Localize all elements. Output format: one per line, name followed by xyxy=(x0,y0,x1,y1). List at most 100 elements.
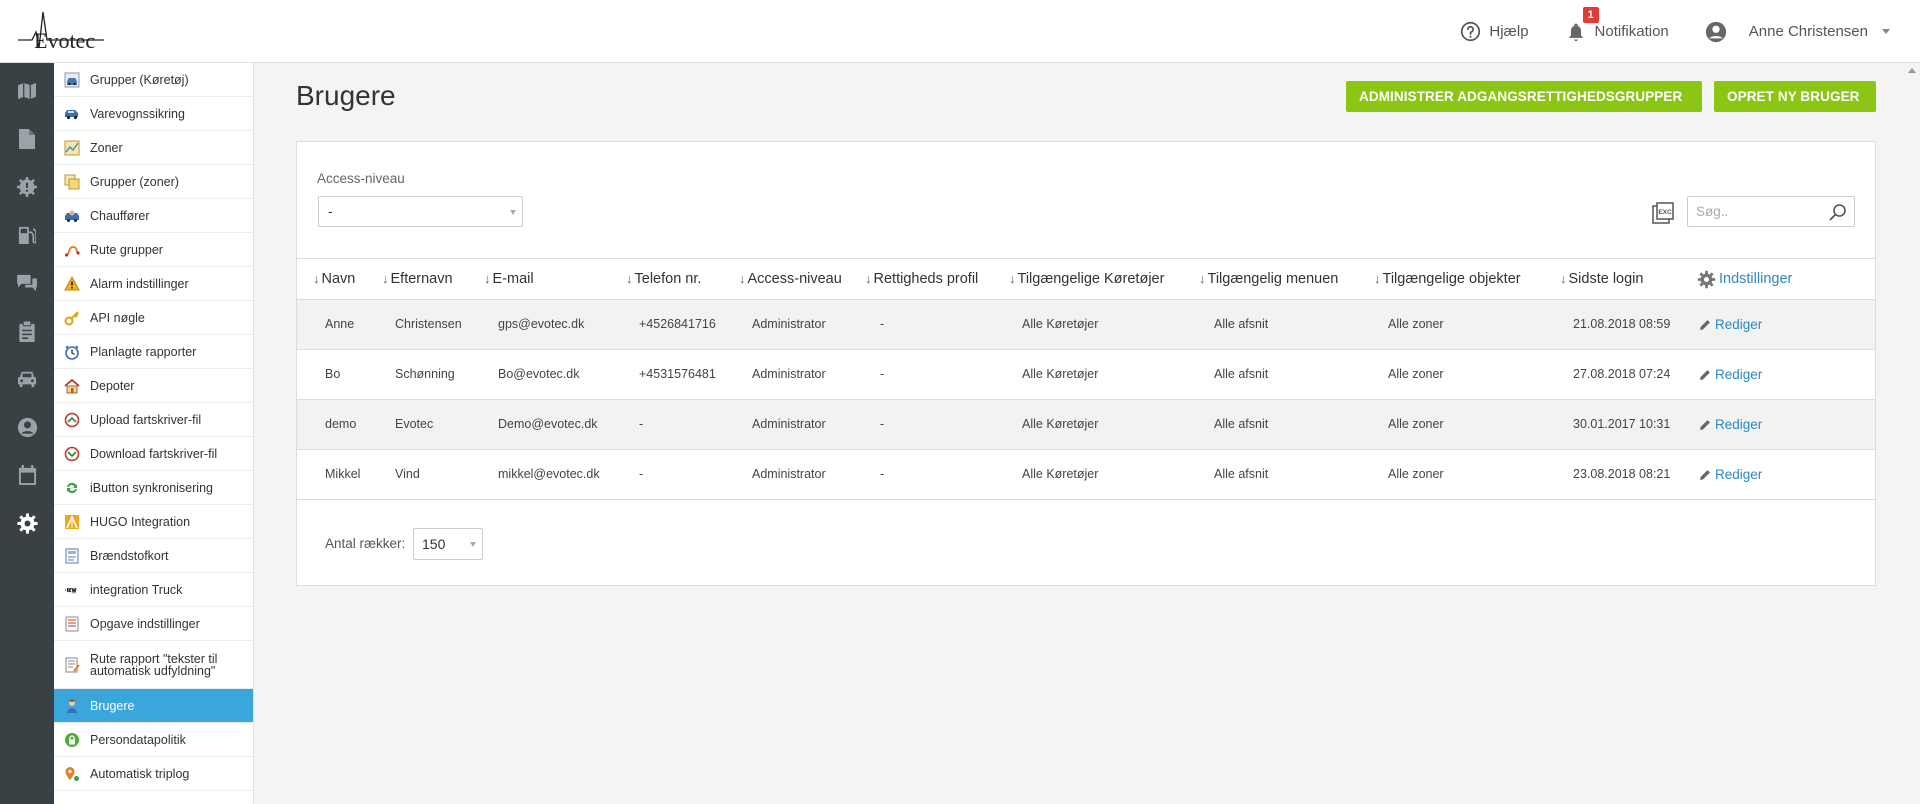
column-header-access-level[interactable]: ↓ Access-niveau xyxy=(739,259,842,299)
cell-access-level: Administrator xyxy=(752,367,826,381)
column-header-settings[interactable]: Indstillinger xyxy=(1697,259,1792,299)
cell-email: Bo@evotec.dk xyxy=(498,367,580,381)
cell-available-objects: Alle zoner xyxy=(1388,317,1444,331)
column-header-last-login[interactable]: ↓ Sidste login xyxy=(1560,259,1643,299)
column-header-available-menu[interactable]: ↓ Tilgængelig menuen xyxy=(1199,259,1338,299)
submenu-item-hugo-integration[interactable]: HUGO Integration xyxy=(54,505,253,539)
edit-user-link[interactable]: Rediger xyxy=(1699,350,1762,399)
sort-arrow-icon: ↓ xyxy=(313,271,320,286)
evotec-logo[interactable]: Evotec xyxy=(18,10,104,54)
help-label: Hjælp xyxy=(1489,23,1529,40)
access-level-value: - xyxy=(328,203,333,219)
column-header-rights-profile[interactable]: ↓ Rettigheds profil xyxy=(865,259,978,299)
submenu-item-vehicle-groups[interactable]: Grupper (Køretøj) xyxy=(54,63,253,97)
cell-available-menu: Alle afsnit xyxy=(1214,317,1269,331)
cell-last-name: Christensen xyxy=(395,317,462,331)
column-header-email[interactable]: ↓ E-mail xyxy=(484,259,534,299)
route-report-icon xyxy=(64,657,80,673)
route-icon xyxy=(64,242,80,258)
submenu-item-route-groups[interactable]: Rute grupper xyxy=(54,233,253,267)
notification-label: Notifikation xyxy=(1594,23,1669,40)
column-header-first-name[interactable]: ↓ Navn xyxy=(313,259,355,299)
cell-first-name: Anne xyxy=(325,317,355,331)
submenu-item-integration-truck[interactable]: integration Truck xyxy=(54,573,253,607)
car-icon[interactable] xyxy=(15,367,39,391)
logo-text: Evotec xyxy=(34,28,96,53)
cell-rights-profile: - xyxy=(880,417,885,431)
tachograph-download-icon xyxy=(64,446,80,462)
help-icon xyxy=(1459,21,1481,43)
calendar-icon[interactable] xyxy=(15,463,39,487)
header-actions: Hjælp 1 Notifikation Anne Christensen xyxy=(1459,0,1890,63)
sort-arrow-icon: ↓ xyxy=(626,271,633,286)
cell-first-name: demo xyxy=(325,417,357,431)
cell-phone: - xyxy=(639,417,644,431)
manage-access-groups-button[interactable]: ADMINISTRER ADGANGSRETTIGHEDSGRUPPER xyxy=(1346,81,1702,112)
submenu-item-drivers[interactable]: Chauffører xyxy=(54,199,253,233)
cell-last-login: 27.08.2018 07:24 xyxy=(1573,367,1671,381)
cell-available-vehicles: Alle Køretøjer xyxy=(1022,317,1099,331)
submenu-item-depots[interactable]: Depoter xyxy=(54,369,253,403)
house-icon xyxy=(64,378,80,394)
clipboard-icon[interactable] xyxy=(15,319,39,343)
table-row: demo Evotec Demo@evotec.dk - Administrat… xyxy=(297,400,1875,450)
rows-per-page-select[interactable]: 150 xyxy=(413,528,483,560)
van-icon xyxy=(64,106,80,122)
scrollbar-up-arrow[interactable] xyxy=(1908,68,1916,73)
submenu-item-api-key[interactable]: API nøgle xyxy=(54,301,253,335)
create-user-button[interactable]: OPRET NY BRUGER xyxy=(1714,81,1876,112)
driver-icon xyxy=(64,208,80,224)
fuel-icon[interactable] xyxy=(15,223,39,247)
document-icon[interactable] xyxy=(15,127,39,151)
column-header-phone[interactable]: ↓ Telefon nr. xyxy=(626,259,701,299)
cell-phone: +4526841716 xyxy=(639,317,716,331)
sort-arrow-icon: ↓ xyxy=(484,271,491,286)
column-header-available-vehicles[interactable]: ↓ Tilgængelige Køretøjer xyxy=(1009,259,1164,299)
notification-badge: 1 xyxy=(1582,6,1599,23)
submenu-item-upload-tachograph[interactable]: Upload fartskriver-fil xyxy=(54,403,253,437)
submenu-item-privacy-policy[interactable]: Persondatapolitik xyxy=(54,723,253,757)
help-link[interactable]: Hjælp xyxy=(1459,21,1529,43)
submenu-item-download-tachograph[interactable]: Download fartskriver-fil xyxy=(54,437,253,471)
submenu-item-zones[interactable]: Zoner xyxy=(54,131,253,165)
submenu-item-users[interactable]: Brugere xyxy=(54,689,253,723)
submenu-item-fuel-cards[interactable]: Brændstofkort xyxy=(54,539,253,573)
hugo-icon xyxy=(64,514,80,530)
submenu-item-ibutton-sync[interactable]: iButton synkronisering xyxy=(54,471,253,505)
submenu-item-alarm-settings[interactable]: Alarm indstillinger xyxy=(54,267,253,301)
cell-access-level: Administrator xyxy=(752,467,826,481)
edit-user-link[interactable]: Rediger xyxy=(1699,300,1762,349)
icon-rail xyxy=(0,63,54,804)
edit-user-link[interactable]: Rediger xyxy=(1699,450,1762,499)
user-circle-icon[interactable] xyxy=(15,415,39,439)
search-icon[interactable] xyxy=(1829,203,1847,221)
submenu-item-auto-triplog[interactable]: Automatisk triplog xyxy=(54,757,253,791)
notification-link[interactable]: 1 Notifikation xyxy=(1565,6,1669,43)
column-header-last-name[interactable]: ↓ Efternavn xyxy=(382,259,453,299)
users-panel: Access-niveau - EXC ↓Navn ↓Efternavn ↓E-… xyxy=(296,141,1876,586)
rows-per-page-value: 150 xyxy=(422,536,446,552)
alert-gear-icon[interactable] xyxy=(15,175,39,199)
chat-icon[interactable] xyxy=(15,271,39,295)
key-icon xyxy=(64,310,80,326)
column-header-available-objects[interactable]: ↓ Tilgængelige objekter xyxy=(1374,259,1521,299)
edit-user-link[interactable]: Rediger xyxy=(1699,400,1762,449)
cell-email: gps@evotec.dk xyxy=(498,317,585,331)
clock-icon xyxy=(64,344,80,360)
access-level-select[interactable]: - xyxy=(318,196,523,227)
cell-last-name: Evotec xyxy=(395,417,434,431)
submenu-item-zone-groups[interactable]: Grupper (zoner) xyxy=(54,165,253,199)
page-title: Brugere xyxy=(296,80,396,111)
submenu-item-van-security[interactable]: Varevognssikring xyxy=(54,97,253,131)
submenu-item-route-report-texts[interactable]: Rute rapport "tekster til automatisk udf… xyxy=(54,641,253,689)
cell-phone: +4531576481 xyxy=(639,367,716,381)
submenu-item-scheduled-reports[interactable]: Planlagte rapporter xyxy=(54,335,253,369)
settings-gear-icon[interactable] xyxy=(15,511,39,535)
map-icon[interactable] xyxy=(15,79,39,103)
user-menu[interactable]: Anne Christensen xyxy=(1705,21,1890,43)
fuel-card-icon xyxy=(64,548,80,564)
submenu-item-task-settings[interactable]: Opgave indstillinger xyxy=(54,607,253,641)
warning-icon xyxy=(64,275,80,292)
cell-available-menu: Alle afsnit xyxy=(1214,417,1269,431)
excel-export-icon[interactable]: EXC xyxy=(1652,202,1674,224)
